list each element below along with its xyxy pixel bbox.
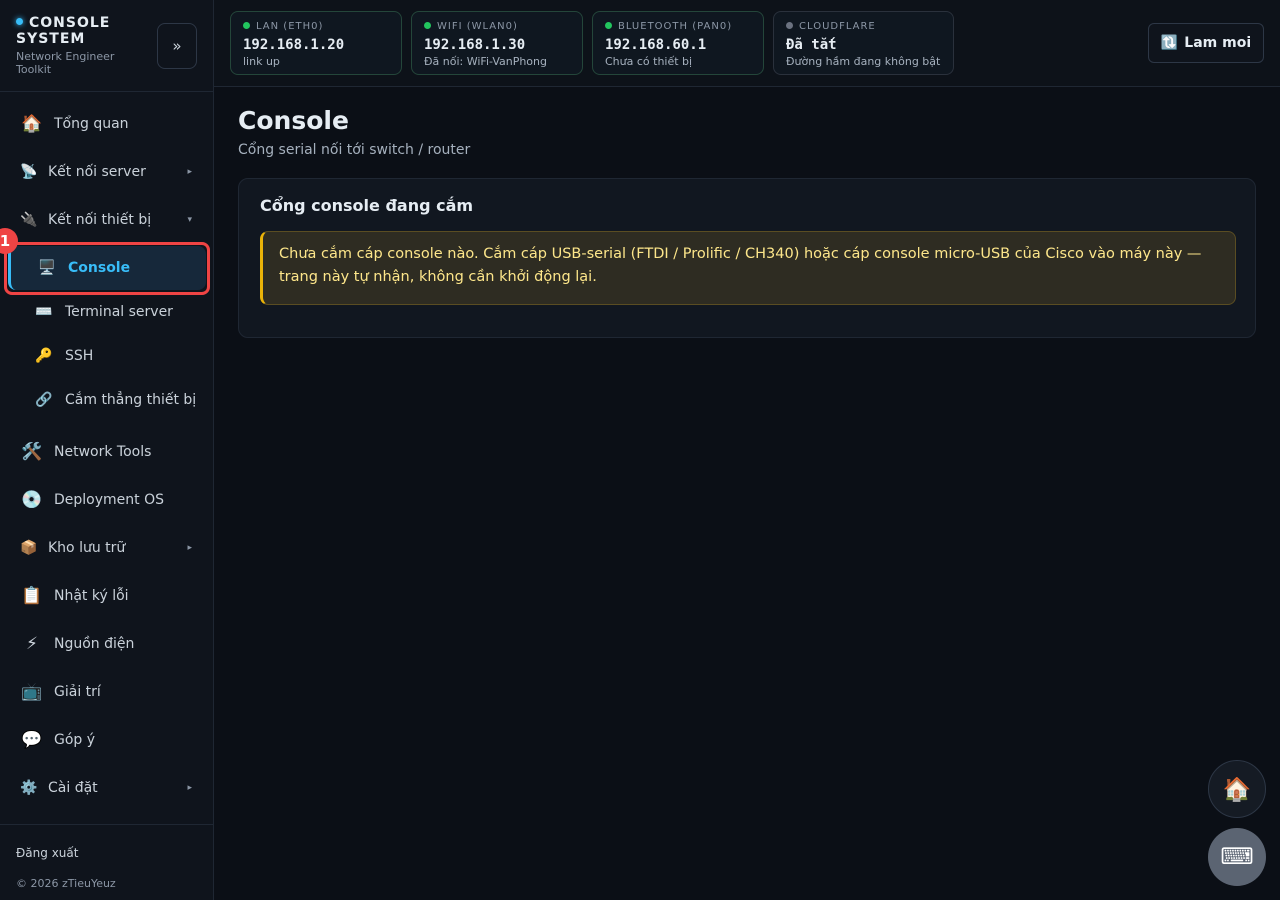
home-icon: 🏠 (21, 114, 43, 134)
sidebar-item-overview[interactable]: 🏠 Tổng quan (8, 102, 206, 146)
brand-title-text: CONSOLE SYSTEM (16, 15, 111, 47)
plug-icon: 🔌 (20, 212, 38, 228)
status-card-value: 192.168.60.1 (605, 37, 707, 53)
status-card-bluetooth[interactable]: BLUETOOTH (PAN0) 192.168.60.1 Chưa có th… (592, 11, 764, 75)
home-icon: 🏠 (1222, 776, 1252, 803)
sidebar-subitem-label: Cắm thẳng thiết bị (65, 392, 197, 408)
home-fab-button[interactable]: 🏠 (1208, 760, 1266, 818)
status-card-label: WIFI (WLAN0) (424, 20, 582, 34)
sidebar-item-label: Network Tools (54, 444, 152, 460)
sidebar-subitem-direct-device[interactable]: 🔗 Cắm thẳng thiết bị (8, 378, 206, 422)
keyboard-icon: ⌨ (1220, 844, 1254, 870)
status-card-subtext: Đã nối: WiFi-VanPhong (424, 55, 547, 68)
sidebar-item-label: Nguồn điện (54, 636, 135, 652)
status-card-label: CLOUDFLARE (786, 20, 953, 34)
sidebar-subitem-ssh[interactable]: 🔑 SSH (8, 334, 206, 378)
sidebar-item-error-log[interactable]: 📋 Nhật ký lỗi (8, 574, 206, 618)
sidebar-subitem-label: SSH (65, 348, 94, 364)
sidebar-subitem-terminal-server[interactable]: ⌨️ Terminal server (8, 290, 206, 334)
sidebar-item-label: Kho lưu trữ (48, 540, 126, 556)
status-card-value: Đã tắt (786, 37, 837, 53)
sidebar-item-label: Kết nối server (48, 164, 146, 180)
sidebar-item-label: Nhật ký lỗi (54, 588, 129, 604)
chevron-right-icon: ▸ (187, 783, 192, 793)
sidebar-item-network-tools[interactable]: 🛠️ Network Tools (8, 430, 206, 474)
status-card-cloudflare[interactable]: CLOUDFLARE Đã tắt Đường hầm đang không b… (773, 11, 954, 75)
sidebar-footer: Đăng xuất © 2026 zTieuYeuz (0, 824, 213, 900)
status-card-label: LAN (ETH0) (243, 20, 401, 34)
sidebar-item-label: Tổng quan (54, 116, 129, 132)
status-card-value: 192.168.1.30 (424, 37, 526, 53)
status-bar: LAN (ETH0) 192.168.1.20 link up WIFI (WL… (214, 0, 1280, 87)
sidebar-item-label: Cài đặt (48, 780, 98, 796)
chevron-right-icon: ▸ (187, 543, 192, 553)
brand: CONSOLE SYSTEM Network Engineer Toolkit … (0, 0, 213, 92)
keyboard-icon: ⌨️ (35, 304, 53, 320)
status-card-label: BLUETOOTH (PAN0) (605, 20, 763, 34)
sidebar-item-server-connect[interactable]: 📡 Kết nối server ▸ (8, 150, 206, 194)
status-label-text: BLUETOOTH (PAN0) (618, 21, 733, 32)
page-title: Console (238, 106, 349, 135)
sidebar-item-label: Giải trí (54, 684, 101, 700)
sidebar-item-storage[interactable]: 📦 Kho lưu trữ ▸ (8, 526, 206, 570)
lightning-icon: ⚡ (26, 634, 38, 654)
key-icon: 🔑 (35, 348, 53, 364)
sidebar: CONSOLE SYSTEM Network Engineer Toolkit … (0, 0, 214, 900)
logout-link[interactable]: Đăng xuất (16, 846, 78, 860)
page-subtitle: Cổng serial nối tới switch / router (238, 142, 471, 158)
sidebar-item-entertainment[interactable]: 📺 Giải trí (8, 670, 206, 714)
keyboard-fab-button[interactable]: ⌨ (1208, 828, 1266, 886)
status-card-lan[interactable]: LAN (ETH0) 192.168.1.20 link up (230, 11, 402, 75)
brand-subtitle: Network Engineer Toolkit (16, 50, 115, 76)
sidebar-subitem-label: Terminal server (65, 304, 173, 320)
clipboard-icon: 📋 (21, 586, 43, 606)
package-icon: 📦 (20, 540, 38, 556)
status-card-subtext: link up (243, 55, 280, 68)
status-dot-icon (16, 18, 23, 25)
sidebar-item-feedback[interactable]: 💬 Góp ý (8, 718, 206, 762)
satellite-icon: 📡 (20, 164, 38, 180)
refresh-button[interactable]: 🔃 Lam moi (1148, 23, 1264, 63)
tv-icon: 📺 (21, 682, 43, 702)
copyright-text: © 2026 zTieuYeuz (16, 877, 116, 890)
sidebar-item-power[interactable]: ⚡ Nguồn điện (8, 622, 206, 666)
link-icon: 🔗 (35, 392, 53, 408)
panel-title: Cổng console đang cắm (260, 196, 474, 215)
no-console-warning: Chưa cắm cáp console nào. Cắm cáp USB-se… (260, 231, 1236, 305)
sidebar-item-deployment-os[interactable]: 💿 Deployment OS (8, 478, 206, 522)
annotation-highlight-box (4, 242, 210, 295)
sidebar-item-label: Kết nối thiết bị (48, 212, 152, 228)
console-ports-panel: Cổng console đang cắm Chưa cắm cáp conso… (238, 178, 1256, 338)
status-dot-icon (243, 22, 250, 29)
refresh-icon: 🔃 (1160, 35, 1179, 51)
status-card-value: 192.168.1.20 (243, 37, 345, 53)
disc-icon: 💿 (21, 490, 43, 510)
status-label-text: WIFI (WLAN0) (437, 21, 518, 32)
chevron-right-icon: ▸ (187, 167, 192, 177)
chevron-down-icon: ▾ (187, 215, 192, 225)
status-card-wifi[interactable]: WIFI (WLAN0) 192.168.1.30 Đã nối: WiFi-V… (411, 11, 583, 75)
status-dot-icon (605, 22, 612, 29)
sidebar-item-label: Góp ý (54, 732, 96, 748)
sidebar-item-settings[interactable]: ⚙️ Cài đặt ▸ (8, 766, 206, 810)
sidebar-item-device-connect[interactable]: 🔌 Kết nối thiết bị ▾ (8, 198, 206, 242)
status-dot-icon (424, 22, 431, 29)
status-card-subtext: Chưa có thiết bị (605, 55, 693, 68)
refresh-button-label: Lam moi (1184, 35, 1252, 51)
status-label-text: CLOUDFLARE (799, 21, 876, 32)
gear-icon: ⚙️ (20, 780, 38, 796)
status-label-text: LAN (ETH0) (256, 21, 324, 32)
sidebar-item-label: Deployment OS (54, 492, 164, 508)
speech-bubble-icon: 💬 (21, 730, 43, 750)
status-card-subtext: Đường hầm đang không bật (786, 55, 941, 68)
tools-icon: 🛠️ (21, 442, 43, 462)
brand-title: CONSOLE SYSTEM (16, 15, 146, 47)
status-dot-icon (786, 22, 793, 29)
collapse-sidebar-button[interactable]: » (157, 23, 197, 69)
